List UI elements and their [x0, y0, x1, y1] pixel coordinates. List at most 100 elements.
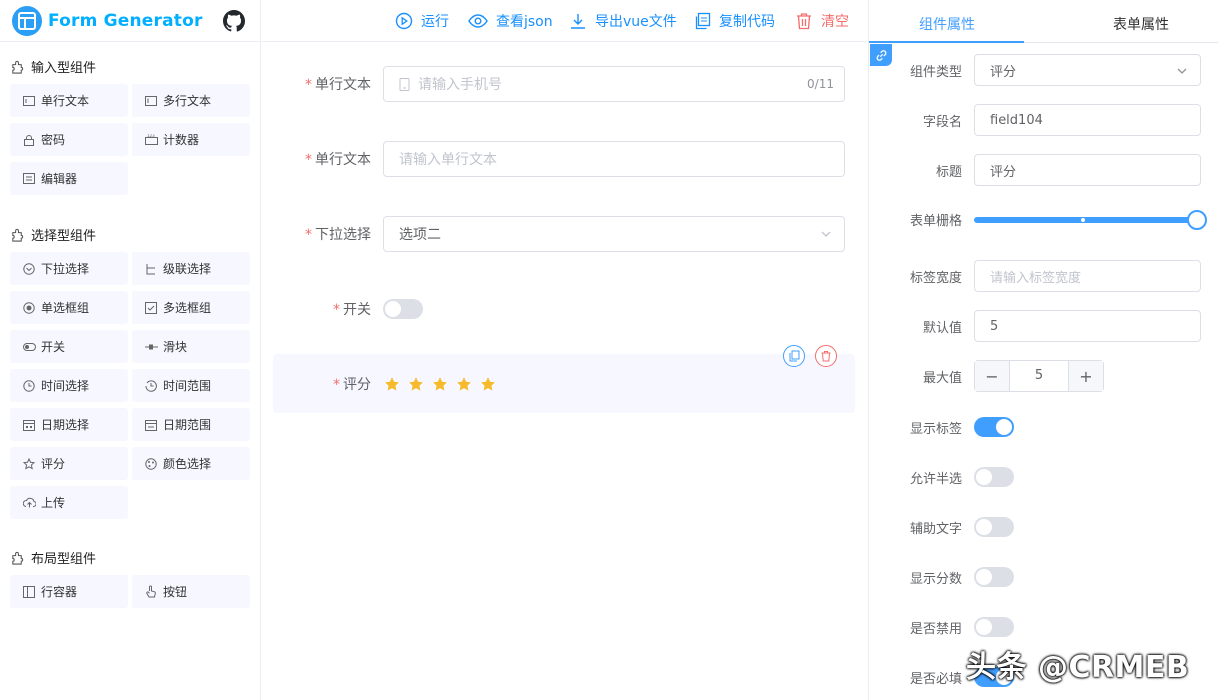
slider-stop — [1081, 218, 1085, 222]
comp-color[interactable]: 颜色选择 — [132, 447, 250, 480]
helper-text-switch[interactable] — [974, 517, 1014, 537]
label-width-input[interactable]: 请输入标签宽度 — [974, 260, 1201, 292]
max-value-input[interactable]: 5 — [1009, 361, 1069, 391]
mobile-input[interactable]: 请输入手机号 0/11 — [383, 66, 845, 102]
run-button[interactable]: 运行 — [395, 11, 449, 31]
prop-show-label: 显示标签 — [869, 411, 1218, 443]
trash-icon — [797, 13, 811, 30]
form-item-select[interactable]: * 下拉选择 选项二 — [262, 214, 867, 254]
switch-toggle[interactable] — [383, 299, 423, 319]
switch-icon — [22, 340, 36, 354]
form-canvas: * 单行文本 请输入手机号 0/11 * 单行文本 请输入单行文本 * 下拉选择 选项… — [262, 43, 867, 700]
radio-icon — [22, 301, 36, 315]
field-name-input[interactable]: field104 — [974, 104, 1201, 136]
comp-textarea[interactable]: 多行文本 — [132, 84, 250, 117]
app-title: Form Generator — [48, 10, 203, 31]
star-icon[interactable] — [480, 376, 496, 392]
upload-icon — [22, 496, 36, 510]
comp-cascader[interactable]: 级联选择 — [132, 252, 250, 285]
tab-active-indicator — [869, 41, 1024, 43]
comp-radio[interactable]: 单选框组 — [10, 291, 128, 324]
comp-time[interactable]: 时间选择 — [10, 369, 128, 402]
github-icon[interactable] — [222, 9, 245, 32]
star-icon[interactable] — [456, 376, 472, 392]
view-json-button[interactable]: 查看json — [468, 11, 553, 31]
comp-editor[interactable]: 编辑器 — [10, 162, 128, 195]
star-icon[interactable] — [384, 376, 400, 392]
comp-button[interactable]: 按钮 — [132, 575, 250, 608]
char-counter: 0/11 — [807, 77, 834, 91]
properties-panel: 组件属性 表单属性 组件类型 评分 字段名 field104 标题 评分 表单栅… — [868, 0, 1218, 700]
select-input[interactable]: 选项二 — [383, 216, 845, 252]
props-tabs: 组件属性 表单属性 — [869, 0, 1218, 43]
comp-date-range[interactable]: 日期范围 — [132, 408, 250, 441]
svg-text:123: 123 — [147, 134, 155, 138]
comp-time-range[interactable]: 时间范围 — [132, 369, 250, 402]
component-sidebar: Form Generator 输入型组件 单行文本 多行文本 密码 123 计数器… — [0, 0, 261, 700]
export-vue-button[interactable]: 导出vue文件 — [569, 11, 677, 31]
star-icon[interactable] — [432, 376, 448, 392]
comp-slider[interactable]: 滑块 — [132, 330, 250, 363]
number-icon: 123 — [144, 133, 158, 147]
component-type-select[interactable]: 评分 — [974, 54, 1201, 86]
form-item-rate[interactable]: * 评分 — [262, 364, 867, 404]
comp-checkbox[interactable]: 多选框组 — [132, 291, 250, 324]
component-group-icon — [12, 551, 24, 565]
copy-icon — [695, 12, 711, 30]
form-label: * 下拉选择 — [305, 227, 371, 243]
date-range-icon — [144, 418, 158, 432]
prop-title: 标题 评分 — [869, 154, 1218, 186]
rate-icon — [22, 457, 36, 471]
form-item-mobile[interactable]: * 单行文本 请输入手机号 0/11 — [262, 64, 867, 104]
prop-helper-text: 辅助文字 — [869, 511, 1218, 543]
prop-component-type: 组件类型 评分 — [869, 54, 1218, 86]
comp-number[interactable]: 123 计数器 — [132, 123, 250, 156]
disabled-switch[interactable] — [974, 617, 1014, 637]
rate-stars[interactable] — [384, 376, 496, 392]
comp-password[interactable]: 密码 — [10, 123, 128, 156]
slider-icon — [144, 340, 158, 354]
app: Form Generator 输入型组件 单行文本 多行文本 密码 123 计数器… — [0, 0, 1218, 700]
comp-input[interactable]: 单行文本 — [10, 84, 128, 117]
copy-icon — [789, 350, 800, 362]
tab-form-props[interactable]: 表单属性 — [1113, 14, 1169, 34]
text-input[interactable]: 请输入单行文本 — [383, 141, 845, 177]
max-value-stepper[interactable]: − 5 + — [974, 360, 1104, 392]
title-input[interactable]: 评分 — [974, 154, 1201, 186]
play-icon — [395, 12, 413, 30]
increment-button[interactable]: + — [1069, 361, 1103, 391]
star-icon[interactable] — [408, 376, 424, 392]
prop-field-name: 字段名 field104 — [869, 104, 1218, 136]
logo-icon — [12, 5, 42, 36]
toolbar: 运行 查看json 导出vue文件 复制代码 清空 — [262, 0, 867, 42]
textarea-icon — [144, 94, 158, 108]
watermark: 头条 @CRMEB — [966, 650, 1190, 685]
comp-row[interactable]: 行容器 — [10, 575, 128, 608]
form-item-switch[interactable]: * 开关 — [262, 289, 867, 329]
cascader-icon — [144, 262, 158, 276]
grid-slider[interactable] — [974, 210, 1207, 230]
prop-show-score: 显示分数 — [869, 561, 1218, 593]
comp-date[interactable]: 日期选择 — [10, 408, 128, 441]
show-label-switch[interactable] — [974, 417, 1014, 437]
clear-button[interactable]: 清空 — [795, 11, 849, 31]
prop-disabled: 是否禁用 — [869, 611, 1218, 643]
comp-switch[interactable]: 开关 — [10, 330, 128, 363]
show-score-switch[interactable] — [974, 567, 1014, 587]
comp-select[interactable]: 下拉选择 — [10, 252, 128, 285]
comp-rate[interactable]: 评分 — [10, 447, 128, 480]
copy-code-button[interactable]: 复制代码 — [693, 11, 775, 31]
prop-max-value: 最大值 − 5 + — [869, 360, 1218, 392]
trash-icon — [821, 351, 831, 362]
decrement-button[interactable]: − — [975, 361, 1009, 391]
slider-handle[interactable] — [1187, 210, 1207, 230]
allow-half-switch[interactable] — [974, 467, 1014, 487]
tab-component-props[interactable]: 组件属性 — [919, 14, 975, 34]
form-label: * 单行文本 — [305, 77, 371, 93]
chevron-down-icon — [1177, 68, 1187, 74]
component-group-icon — [12, 228, 24, 242]
default-value-input[interactable]: 5 — [974, 310, 1201, 342]
comp-upload[interactable]: 上传 — [10, 486, 128, 519]
form-item-text[interactable]: * 单行文本 请输入单行文本 — [262, 139, 867, 179]
prop-allow-half: 允许半选 — [869, 461, 1218, 493]
